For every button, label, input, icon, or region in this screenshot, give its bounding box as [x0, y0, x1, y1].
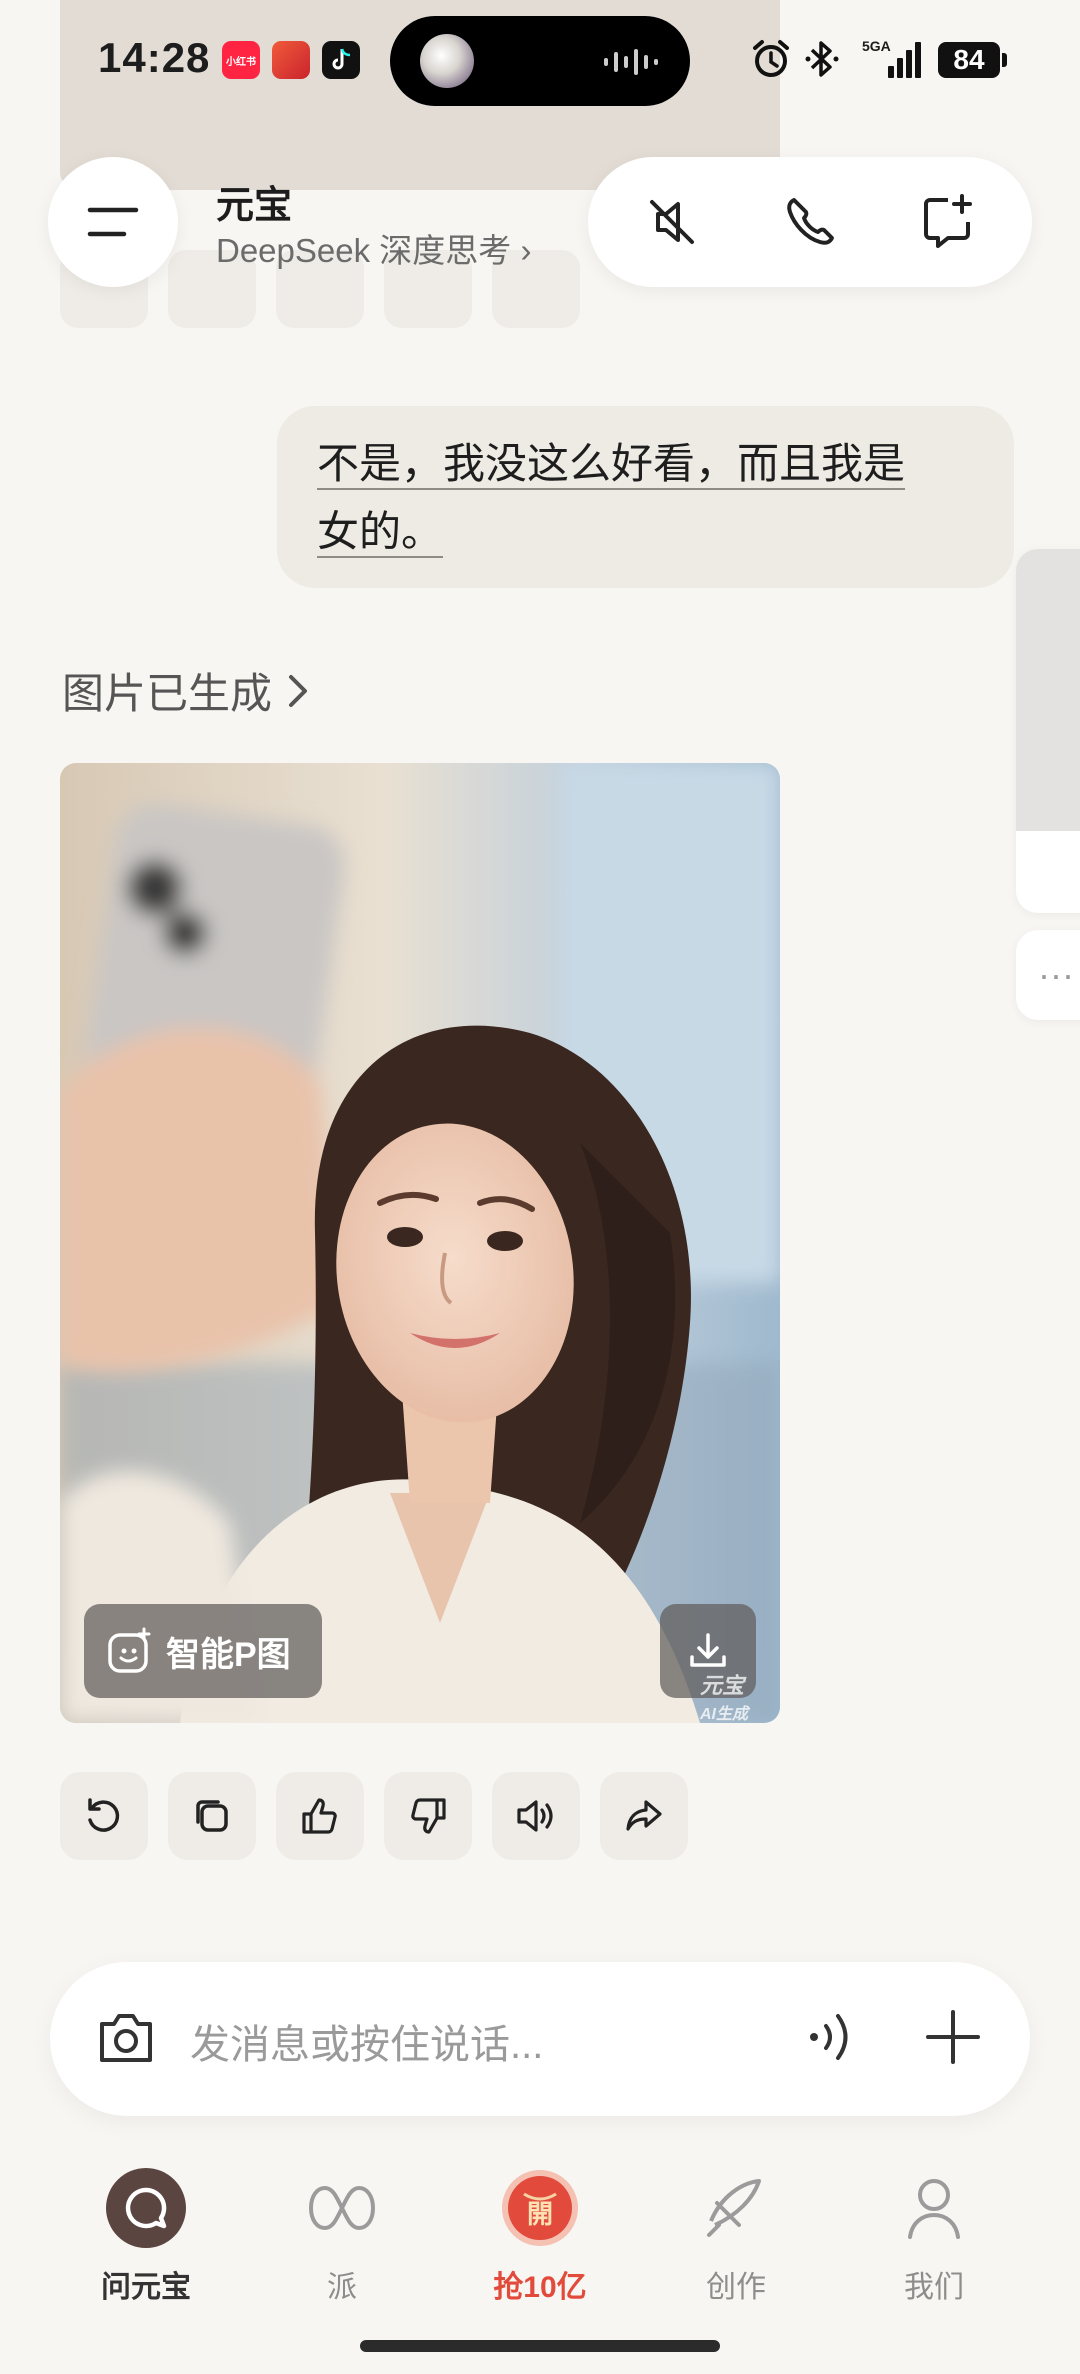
- smart-edit-button[interactable]: 智能P图: [84, 1604, 322, 1698]
- call-button[interactable]: [740, 157, 880, 287]
- watermark-line: 元宝: [700, 1673, 745, 1698]
- person-icon: [908, 2179, 960, 2239]
- watermark-line: AI生成: [700, 1706, 749, 1723]
- signal-icon: [888, 42, 921, 78]
- nav-redpacket-label: 抢10亿: [493, 2271, 587, 2304]
- user-message-text: 不是，我没这么好看，而且我是 女的。: [317, 430, 974, 566]
- message-input[interactable]: 发消息或按住说话...: [190, 2012, 543, 2070]
- speaker-icon: [517, 1800, 553, 1832]
- camera-icon[interactable]: [94, 2008, 158, 2068]
- battery-tip: [1002, 53, 1007, 67]
- nav-create-icon-wrap: [696, 2168, 776, 2248]
- menu-button[interactable]: [48, 157, 178, 287]
- nav-item-profile[interactable]: 我们: [844, 2168, 1024, 2306]
- bluetooth-icon: [805, 41, 839, 77]
- generated-portrait-image: [60, 763, 780, 1723]
- model-selector[interactable]: DeepSeek 深度思考 ›: [216, 224, 531, 272]
- chat-bubble-icon: [106, 2168, 186, 2248]
- thumbs-up-icon: [302, 1798, 337, 1834]
- new-chat-icon: [924, 194, 972, 248]
- xiaohongshu-app-icon: 小红书: [222, 41, 260, 79]
- share-icon: [626, 1800, 662, 1831]
- read-aloud-button[interactable]: [492, 1772, 580, 1860]
- share-button[interactable]: [600, 1772, 688, 1860]
- douyin-app-icon: [322, 41, 360, 79]
- battery-level: 84: [953, 44, 985, 75]
- user-message-bubble[interactable]: 不是，我没这么好看，而且我是 女的。: [277, 406, 1014, 588]
- message-input-bar: 发消息或按住说话...: [50, 1962, 1030, 2116]
- side-preview-card[interactable]: [1016, 549, 1080, 913]
- speaker-muted-icon: [650, 200, 694, 244]
- nav-profile-icon-wrap: [894, 2168, 974, 2248]
- red-envelope-badge: 開: [526, 2199, 553, 2229]
- nav-item-redpacket[interactable]: 開 抢10亿: [450, 2168, 630, 2306]
- nav-ask-icon-wrap: [106, 2168, 186, 2248]
- phone-icon: [787, 198, 834, 245]
- nav-pai-icon-wrap: [302, 2168, 382, 2248]
- message-actions: [60, 1772, 688, 1860]
- home-indicator[interactable]: [360, 2340, 720, 2352]
- nav-ask-label: 问元宝: [101, 2271, 191, 2304]
- voice-input-icon[interactable]: [800, 2004, 860, 2070]
- battery-indicator: 84: [938, 42, 1000, 78]
- bottom-navigation: 问元宝 派 開 抢10亿 创作 我们: [0, 2168, 1080, 2328]
- new-chat-button[interactable]: [878, 157, 1018, 287]
- more-dots-icon: ···: [1038, 954, 1074, 995]
- game-app-icon: [272, 41, 310, 79]
- nav-pai-label: 派: [327, 2271, 357, 2304]
- thumbs-down-icon: [411, 1798, 446, 1834]
- dynamic-island[interactable]: [390, 16, 690, 106]
- side-preview-image: [1016, 549, 1080, 831]
- create-pen-icon: [707, 2179, 761, 2237]
- chat-title: 元宝: [216, 185, 293, 227]
- xiaohongshu-label: 小红书: [226, 56, 256, 68]
- chevron-right-icon: [289, 674, 308, 707]
- download-icon: [690, 1633, 726, 1667]
- menu-icon: [87, 207, 139, 237]
- copy-button[interactable]: [168, 1772, 256, 1860]
- smart-edit-label: 智能P图: [166, 1635, 291, 1674]
- copy-icon: [196, 1800, 228, 1832]
- dislike-button[interactable]: [384, 1772, 472, 1860]
- image-generated-label: 图片已生成: [62, 670, 273, 717]
- plus-icon[interactable]: [920, 2004, 986, 2070]
- nav-item-create[interactable]: 创作: [646, 2168, 826, 2306]
- like-button[interactable]: [276, 1772, 364, 1860]
- now-playing-avatar: [420, 34, 474, 88]
- audio-wave-icon: [604, 49, 658, 75]
- nav-profile-label: 我们: [904, 2271, 964, 2304]
- regenerate-button[interactable]: [60, 1772, 148, 1860]
- smart-edit-icon: [108, 1627, 151, 1673]
- user-message-line: 不是，我没这么好看，而且我是: [317, 440, 906, 487]
- side-more-button[interactable]: ···: [1016, 930, 1080, 1020]
- header-actions: [588, 157, 1032, 287]
- nav-create-label: 创作: [706, 2271, 766, 2304]
- nav-item-pai[interactable]: 派: [252, 2168, 432, 2306]
- alarm-icon: [753, 40, 789, 77]
- mute-button[interactable]: [602, 157, 742, 287]
- refresh-icon: [88, 1798, 120, 1832]
- status-time: 14:28: [98, 34, 211, 81]
- generated-image[interactable]: [60, 763, 780, 1723]
- infinity-icon: [308, 2185, 376, 2231]
- user-message-line: 女的。: [317, 508, 444, 555]
- image-generated-link[interactable]: 图片已生成: [62, 660, 310, 721]
- nav-item-ask[interactable]: 问元宝: [56, 2168, 236, 2306]
- ai-watermark: 元宝 AI生成: [700, 1668, 748, 1724]
